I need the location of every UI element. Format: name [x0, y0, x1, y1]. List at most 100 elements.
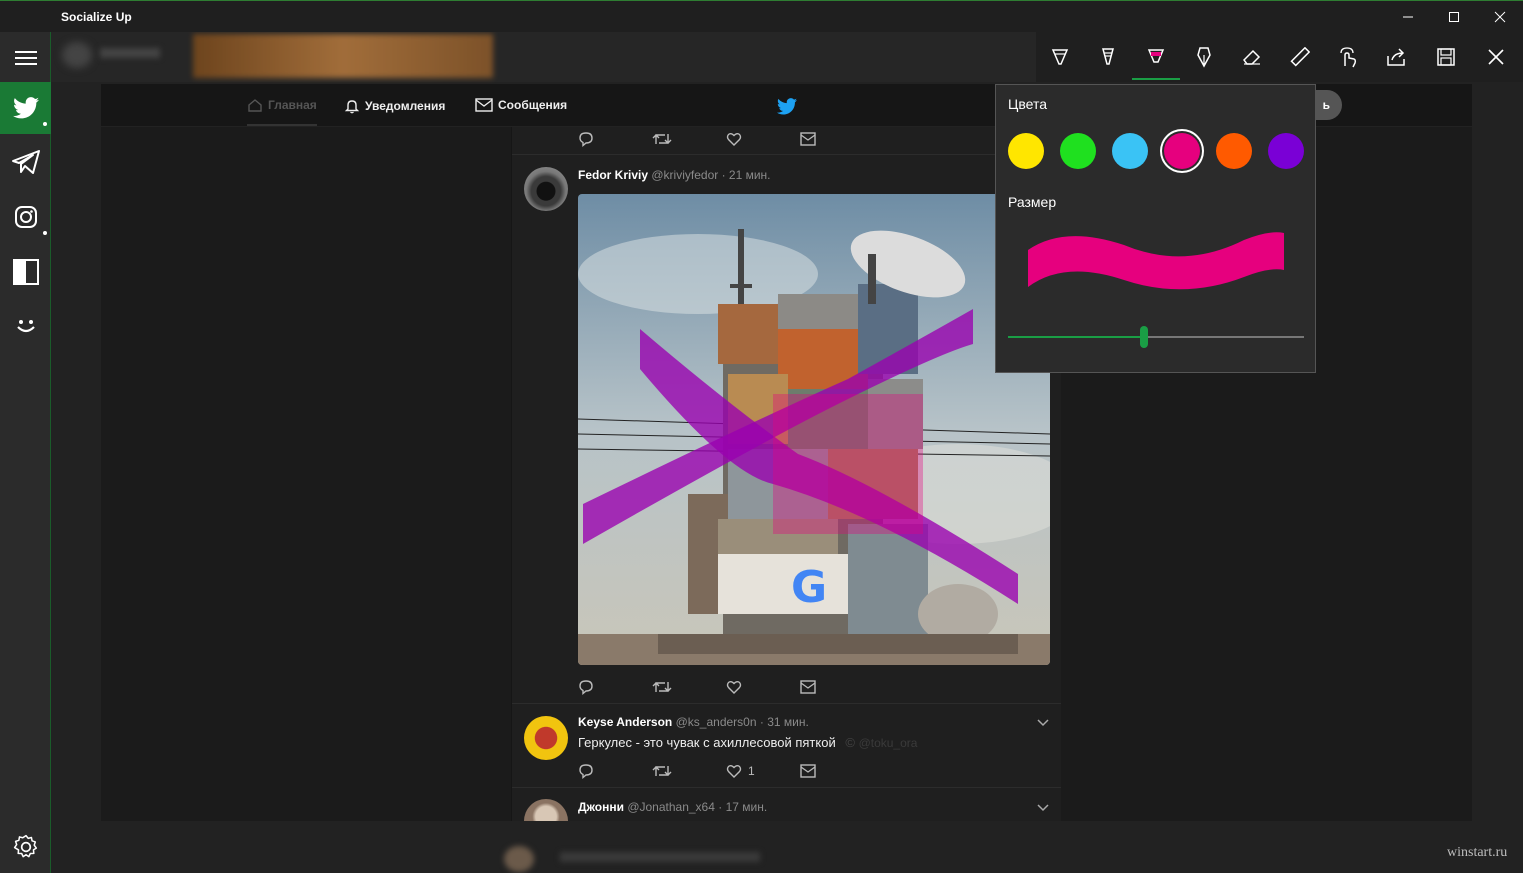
ruler-icon: [1290, 47, 1310, 67]
avatar[interactable]: [524, 716, 568, 760]
sidebar-item-split-view[interactable]: [0, 246, 51, 298]
tweet-author-name[interactable]: Fedor Kriviy: [578, 168, 648, 182]
save-button[interactable]: [1422, 32, 1470, 82]
tweet-author-name[interactable]: Keyse Anderson: [578, 715, 672, 729]
quote-handle[interactable]: @toku_ora: [859, 736, 918, 750]
blurred-bottom-content: [490, 840, 1080, 873]
tweet-author-handle[interactable]: @ks_anders0n: [676, 715, 757, 729]
nav-notifications[interactable]: Уведомления: [344, 98, 445, 114]
split-icon: [12, 259, 39, 285]
close-window-button[interactable]: [1477, 1, 1523, 33]
like-button[interactable]: [726, 131, 800, 147]
tweet-author-name[interactable]: Джонни: [578, 800, 624, 814]
mail-icon: [800, 764, 816, 778]
maximize-button[interactable]: [1431, 1, 1477, 33]
chevron-down-icon[interactable]: [1037, 719, 1049, 727]
tweet-image[interactable]: G: [578, 194, 1050, 665]
color-swatch-yellow[interactable]: [1008, 133, 1044, 169]
highlighter-button[interactable]: [1132, 32, 1180, 82]
reply-button[interactable]: [578, 679, 652, 695]
sidebar-item-instagram[interactable]: [0, 191, 51, 243]
eraser-icon: [1243, 49, 1261, 65]
tweet-actions: [578, 679, 874, 695]
size-slider[interactable]: [1008, 326, 1304, 348]
divider: [512, 787, 1061, 788]
twitter-logo-icon: [777, 98, 797, 115]
like-button[interactable]: 1: [726, 763, 800, 779]
share-button[interactable]: [1372, 32, 1420, 82]
reply-button[interactable]: [578, 763, 652, 779]
nav-messages[interactable]: Сообщения: [475, 98, 567, 112]
divider: [512, 703, 1061, 704]
menu-button[interactable]: [0, 32, 51, 84]
size-slider-thumb[interactable]: [1140, 326, 1148, 348]
close-icon: [1494, 11, 1506, 23]
stroke-size-preview: [1028, 232, 1284, 290]
tweet-header: Fedor Kriviy @kriviyfedor · 21 мин.: [578, 168, 771, 182]
bell-icon: [344, 100, 360, 114]
ballpoint-pen-button[interactable]: [1036, 32, 1084, 82]
sidebar-item-twitter[interactable]: [0, 82, 51, 134]
minimize-button[interactable]: [1385, 1, 1431, 33]
save-icon: [1437, 48, 1455, 66]
color-swatch-green[interactable]: [1060, 133, 1096, 169]
touch-writing-button[interactable]: [1324, 32, 1372, 82]
container-tower-image: G: [578, 194, 1050, 665]
heart-icon: [726, 133, 742, 146]
dm-button[interactable]: [800, 680, 874, 694]
color-swatch-pink[interactable]: [1164, 133, 1200, 169]
avatar[interactable]: [524, 799, 568, 821]
settings-button[interactable]: [0, 821, 51, 873]
share-icon: [1387, 48, 1405, 66]
heart-icon: [726, 681, 742, 694]
watermark: winstart.ru: [1447, 845, 1508, 860]
color-swatch-blue[interactable]: [1112, 133, 1148, 169]
tweet-text: Геркулес - это чувак с ахиллесовой пятко…: [578, 735, 836, 750]
blurred-banner: [193, 34, 493, 78]
retweet-button[interactable]: [652, 679, 726, 695]
ink-options-flyout: Цвета Размер: [995, 84, 1316, 373]
dm-button[interactable]: [800, 764, 874, 778]
sidebar-item-emoji[interactable]: [0, 300, 51, 352]
smile-icon: [16, 320, 35, 333]
retweet-icon: [652, 766, 672, 776]
gear-icon: [13, 834, 37, 858]
avatar[interactable]: [524, 167, 568, 211]
tweet-author-handle[interactable]: @Jonathan_x64: [627, 800, 715, 814]
like-button[interactable]: [726, 679, 800, 695]
color-swatch-orange[interactable]: [1216, 133, 1252, 169]
nav-home[interactable]: Главная: [247, 98, 317, 126]
tweet-author-handle[interactable]: @kriviyfedor: [651, 168, 718, 182]
calligraphy-pen-button[interactable]: [1180, 32, 1228, 82]
retweet-icon: [652, 134, 672, 144]
reply-icon: [579, 132, 593, 147]
ballpoint-pen-icon: [1051, 49, 1069, 65]
color-swatch-purple[interactable]: [1268, 133, 1304, 169]
touch-writing-icon: [1340, 47, 1357, 68]
retweet-button[interactable]: [652, 131, 726, 147]
tweet-time: · 21 мин.: [721, 168, 771, 182]
svg-text:G: G: [791, 562, 827, 613]
telegram-icon: [11, 150, 40, 174]
size-slider-fill: [1008, 336, 1144, 338]
dm-button[interactable]: [800, 132, 874, 146]
ruler-button[interactable]: [1276, 32, 1324, 82]
blurred-tab-text: [100, 48, 160, 58]
ink-toolbar: [1036, 32, 1523, 82]
app-title: Socialize Up: [61, 10, 132, 24]
tweet-text-line: Геркулес - это чувак с ахиллесовой пятко…: [578, 735, 917, 750]
colors-label: Цвета: [1008, 96, 1047, 112]
sidebar-item-telegram[interactable]: [0, 136, 51, 188]
title-bar: Socialize Up: [0, 0, 1523, 32]
chevron-down-icon[interactable]: [1037, 804, 1049, 812]
pencil-icon: [1102, 48, 1114, 65]
maximize-icon: [1449, 12, 1459, 22]
retweet-button[interactable]: [652, 763, 726, 779]
tweet-header: Джонни @Jonathan_x64 · 17 мин.: [578, 800, 767, 814]
like-count: 1: [748, 764, 755, 778]
eraser-button[interactable]: [1228, 32, 1276, 82]
notification-dot: [43, 122, 47, 126]
close-ink-button[interactable]: [1472, 32, 1520, 82]
reply-button[interactable]: [578, 131, 652, 147]
pencil-button[interactable]: [1084, 32, 1132, 82]
